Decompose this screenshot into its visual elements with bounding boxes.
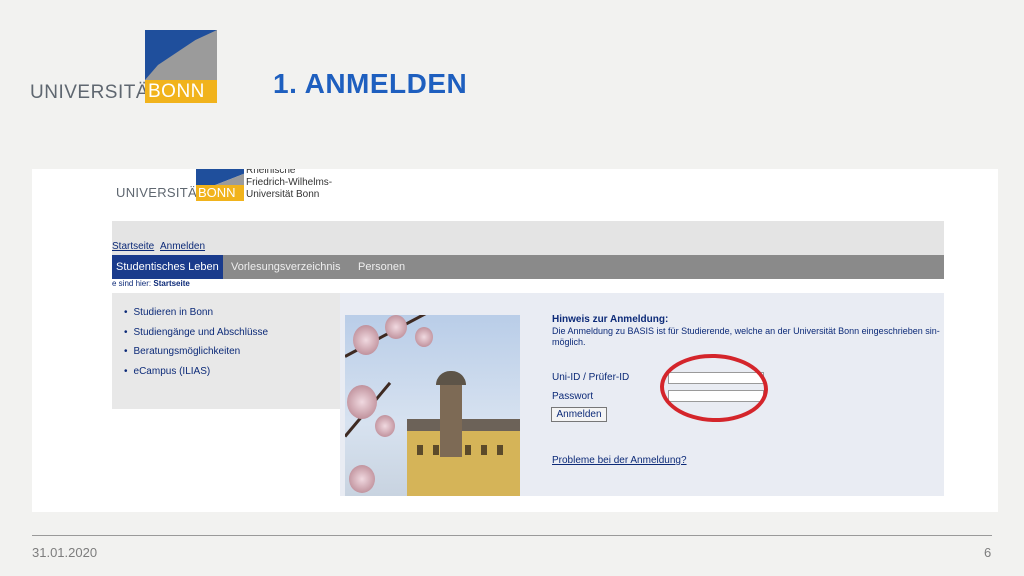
link-anmelden[interactable]: Anmelden	[160, 241, 205, 252]
photo-blossom	[385, 315, 407, 339]
campus-photo	[345, 315, 520, 496]
portal-logo-text: UNIVERSITÄT	[116, 185, 206, 200]
nav-tab-studentisches-leben[interactable]: Studentisches Leben	[112, 255, 223, 279]
photo-blossom	[415, 327, 433, 347]
slide-title: 1. ANMELDEN	[273, 68, 468, 99]
portal-logo: UNIVERSITÄT BONN Rheinische Friedrich-Wi…	[116, 169, 356, 209]
login-problem-link[interactable]: Probleme bei der Anmeldung?	[552, 455, 687, 466]
sidebar-item-beratung[interactable]: Beratungsmöglichkeiten	[124, 346, 340, 366]
logo-badge: BONN	[145, 80, 217, 103]
photo-window	[465, 445, 471, 455]
photo-window	[433, 445, 439, 455]
photo-blossom	[347, 385, 377, 419]
breadcrumb: e sind hier: Startseite	[112, 279, 190, 288]
page-number: 6	[984, 545, 992, 560]
link-startseite[interactable]: Startseite	[112, 241, 154, 252]
footer-date: 31.01.2020	[32, 545, 98, 560]
breadcrumb-prefix: e sind hier:	[112, 279, 152, 288]
photo-blossom	[349, 465, 375, 493]
login-button[interactable]: Anmelden	[551, 407, 607, 422]
portal-logo-badge: BONN	[196, 185, 244, 201]
sidebar-item-studiengaenge[interactable]: Studiengänge und Abschlüsse	[124, 327, 340, 347]
top-link-bar: Startseite Anmelden	[112, 221, 944, 255]
photo-window	[481, 445, 487, 455]
subtitle-line: Rheinische	[246, 169, 296, 176]
sidebar-item-studieren[interactable]: Studieren in Bonn	[124, 307, 340, 327]
subtitle-line: Friedrich-Wilhelms-	[246, 177, 333, 188]
logo-text: UNIVERSITÄT	[30, 82, 162, 103]
nav-tab-personen[interactable]: Personen	[358, 255, 405, 279]
breadcrumb-current[interactable]: Startseite	[153, 279, 189, 288]
main-nav: Studentisches Leben Vorlesungsverzeichni…	[112, 255, 944, 279]
university-logo: UNIVERSITÄT BONN	[30, 30, 220, 105]
portal-logo-subtitle: Rheinische Friedrich-Wilhelms- Universit…	[246, 169, 332, 201]
embedded-screenshot: UNIVERSITÄT BONN Rheinische Friedrich-Wi…	[32, 169, 998, 512]
login-hint-title: Hinweis zur Anmeldung:	[552, 314, 669, 325]
sidebar-item-ecampus[interactable]: eCampus (ILIAS)	[124, 366, 340, 386]
photo-blossom	[353, 325, 379, 355]
photo-blossom	[375, 415, 395, 437]
photo-tower	[440, 377, 462, 457]
photo-window	[497, 445, 503, 455]
user-id-label: Uni-ID / Prüfer-ID	[552, 372, 630, 383]
photo-dome	[436, 371, 466, 385]
nav-tab-vorlesungsverzeichnis[interactable]: Vorlesungsverzeichnis	[231, 255, 340, 279]
footer-divider	[32, 535, 992, 536]
photo-window	[417, 445, 423, 455]
subtitle-line: Universität Bonn	[246, 189, 320, 200]
password-label: Passwort	[552, 391, 594, 402]
login-hint-text: Die Anmeldung zu BASIS ist für Studieren…	[552, 326, 940, 347]
sidebar: Studieren in Bonn Studiengänge und Absch…	[112, 293, 340, 409]
photo-building	[407, 431, 520, 496]
